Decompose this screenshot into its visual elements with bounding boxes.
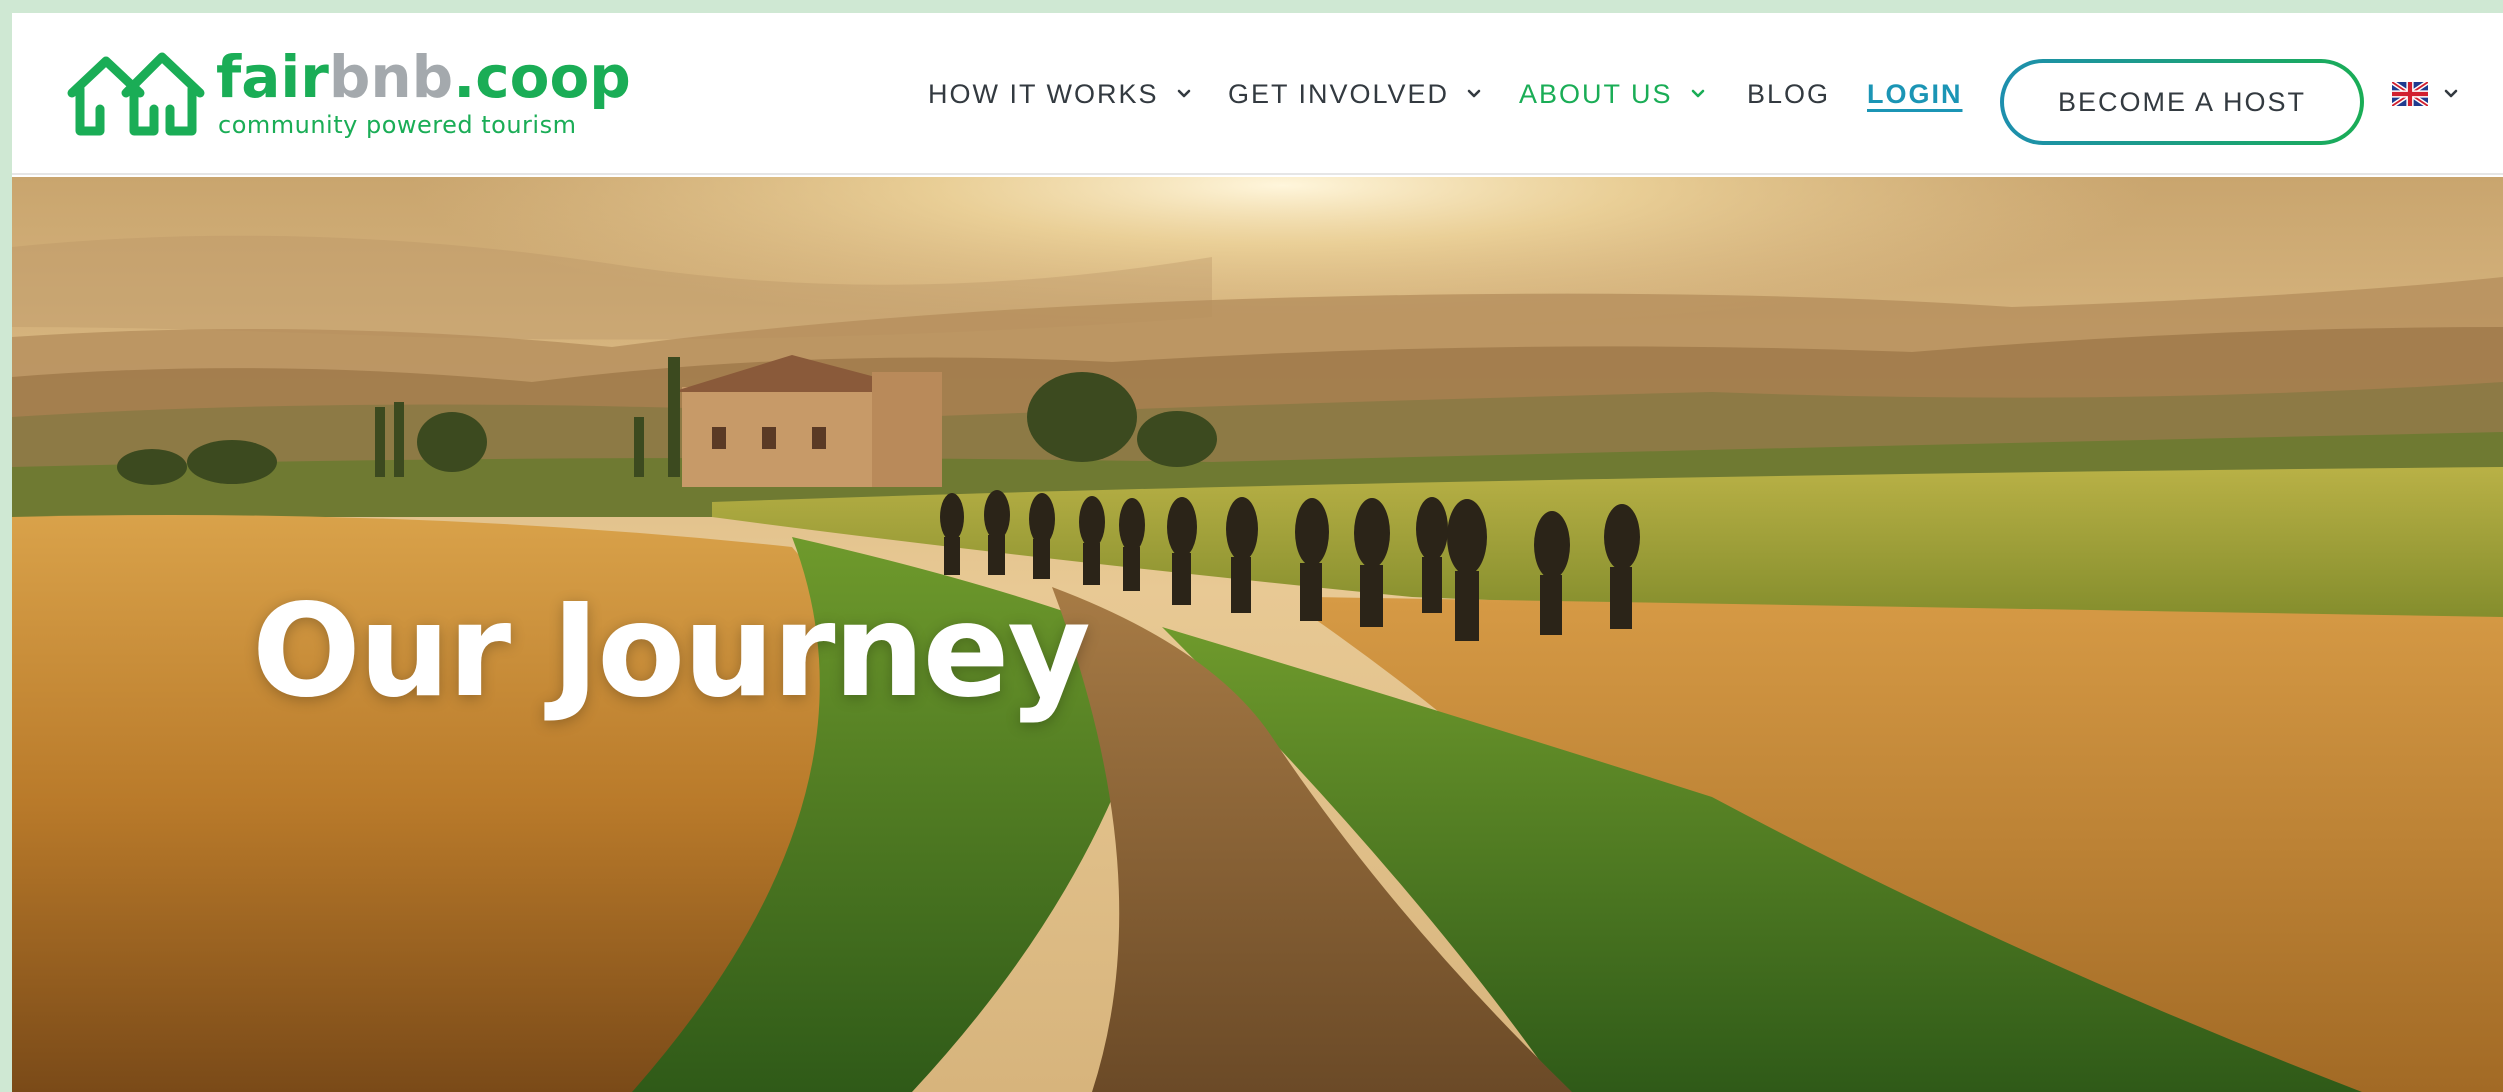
nav-item-about-us[interactable]: ABOUT US [1519,13,1709,175]
page-frame: fairbnb.coop community powered tourism H… [12,13,2503,1092]
chevron-down-icon [1467,89,1481,98]
nav-item-label: LOGIN [1867,78,1963,109]
nav-item-blog[interactable]: BLOG [1747,13,1830,175]
hero-title: Our Journey [252,577,1091,726]
brand-tagline: community powered tourism [218,111,577,139]
nav-item-how-it-works[interactable]: HOW IT WORKS [928,13,1195,175]
become-a-host-label: BECOME A HOST [2004,63,2360,141]
nav-item-label: ABOUT US [1519,78,1673,109]
brand-name-part2: bnb [328,43,454,111]
nav-item-label: GET INVOLVED [1228,78,1450,109]
chevron-down-icon [1177,89,1190,98]
brand-name-part1: fair [216,43,329,111]
language-selector[interactable] [2392,13,2462,175]
brand-name-part3: .coop [453,43,631,111]
nav-item-label: HOW IT WORKS [928,78,1159,109]
site-header: fairbnb.coop community powered tourism H… [12,13,2503,175]
nav-item-get-involved[interactable]: GET INVOLVED [1228,13,1485,175]
nav-item-label: BLOG [1747,78,1831,109]
hero-banner: Our Journey [12,177,2503,1092]
chevron-down-icon [2444,89,2458,98]
become-a-host-button[interactable]: BECOME A HOST [2000,59,2364,145]
brand-wordmark: fairbnb.coop [216,43,631,111]
uk-flag-icon [2392,82,2428,106]
chevron-down-icon [1691,89,1704,98]
nav-item-login[interactable]: LOGIN [1867,13,1963,175]
houses-logo-icon [67,52,205,136]
